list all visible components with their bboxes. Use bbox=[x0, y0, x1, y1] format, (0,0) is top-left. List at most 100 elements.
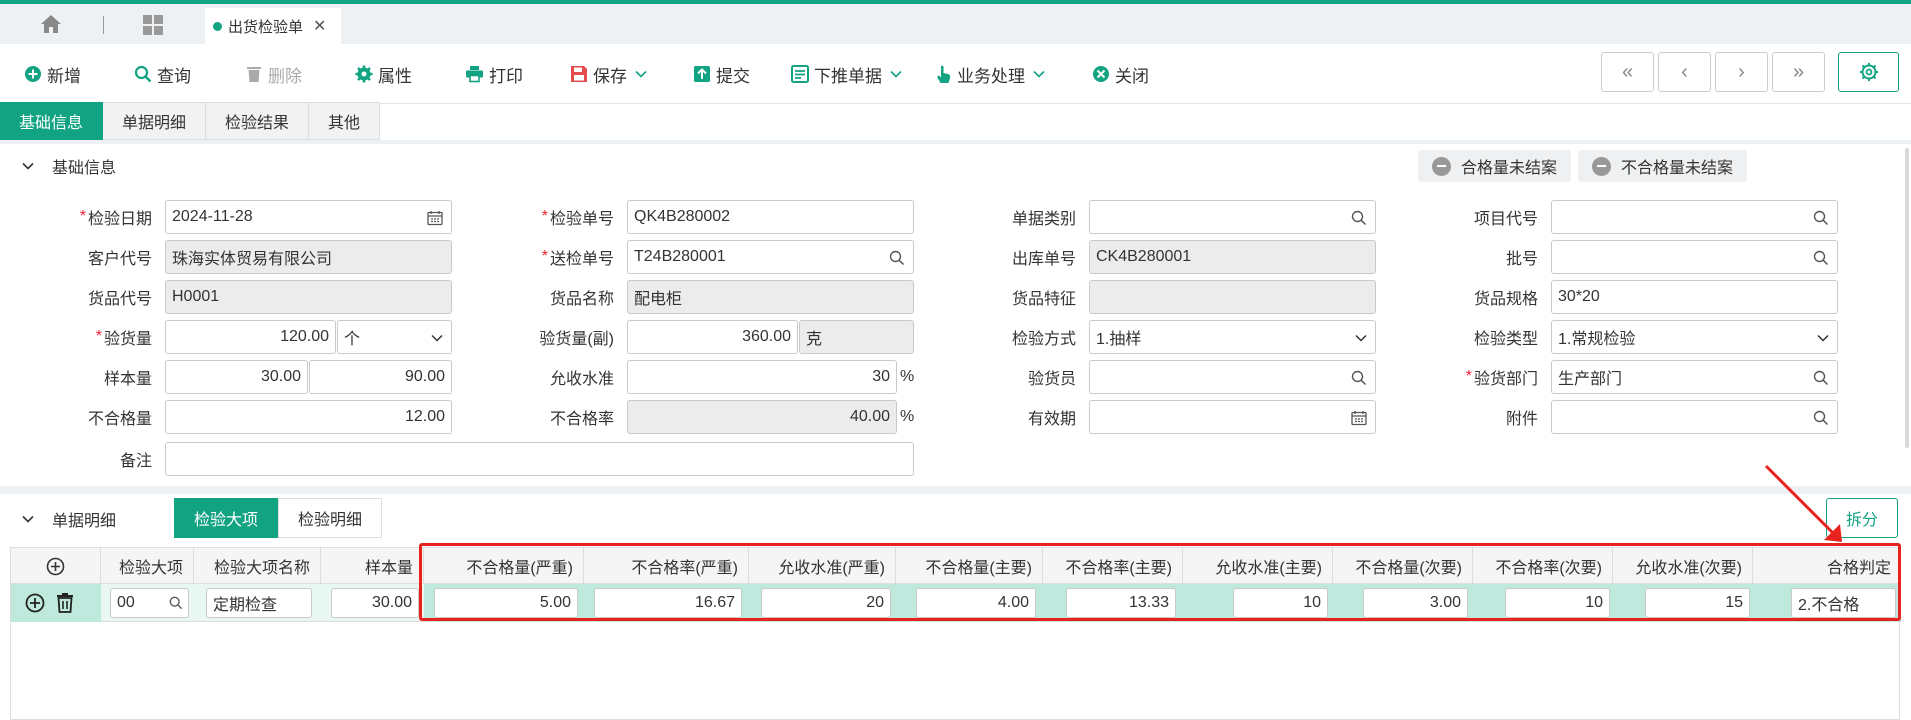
basic-section-header[interactable]: 基础信息 bbox=[22, 154, 116, 178]
last-record-button[interactable]: » bbox=[1772, 52, 1825, 92]
search-icon[interactable] bbox=[1351, 210, 1367, 226]
delete-button[interactable]: 删除 bbox=[245, 62, 302, 86]
delete-row-icon[interactable] bbox=[56, 592, 74, 613]
insp-qty2-field[interactable]: 360.00 bbox=[627, 320, 798, 354]
item-spec-field[interactable]: 30*20 bbox=[1551, 280, 1838, 314]
search-icon[interactable] bbox=[1813, 410, 1829, 426]
chevron-down-icon[interactable] bbox=[890, 70, 902, 78]
push-down-button[interactable]: 下推单据 bbox=[791, 62, 907, 86]
tab-other[interactable]: 其他 bbox=[309, 102, 381, 140]
col-fail-rate-major[interactable]: 不合格率(主要) bbox=[1043, 548, 1183, 584]
col-accept-minor[interactable]: 允收水准(次要) bbox=[1613, 548, 1753, 584]
business-process-button[interactable]: 业务处理 bbox=[936, 62, 1050, 86]
save-button[interactable]: 保存 bbox=[570, 62, 652, 86]
send-no-field[interactable]: T24B280001 bbox=[627, 240, 914, 274]
cell-insp-major-name[interactable]: 定期检查 bbox=[206, 588, 312, 618]
table-row[interactable]: 00 定期检查 30.00 5.00 16.67 20 4.00 13.33 1… bbox=[11, 584, 1901, 622]
cell-accept-major[interactable]: 10 bbox=[1233, 588, 1328, 618]
accept-level-field[interactable]: 30 bbox=[627, 360, 897, 394]
col-fail-qty-major[interactable]: 不合格量(主要) bbox=[896, 548, 1043, 584]
search-icon[interactable] bbox=[1813, 210, 1829, 226]
insp-type-select[interactable]: 1.常规检验 bbox=[1551, 320, 1838, 354]
close-button[interactable]: 关闭 bbox=[1092, 62, 1149, 86]
cell-fail-rate-critical[interactable]: 16.67 bbox=[594, 588, 742, 618]
close-tab-icon[interactable]: ✕ bbox=[313, 16, 326, 36]
search-icon[interactable] bbox=[1813, 370, 1829, 386]
plus-circle-icon[interactable] bbox=[46, 557, 65, 576]
col-fail-rate-minor[interactable]: 不合格率(次要) bbox=[1473, 548, 1613, 584]
calendar-icon[interactable] bbox=[1351, 410, 1367, 426]
col-accept-major[interactable]: 允收水准(主要) bbox=[1183, 548, 1333, 584]
col-fail-rate-critical[interactable]: 不合格率(严重) bbox=[584, 548, 749, 584]
tab-doc-detail[interactable]: 单据明细 bbox=[103, 102, 207, 140]
tab-basic-info[interactable]: 基础信息 bbox=[0, 102, 104, 140]
col-fail-qty-minor[interactable]: 不合格量(次要) bbox=[1333, 548, 1473, 584]
tab-insp-result[interactable]: 检验结果 bbox=[206, 102, 310, 140]
search-icon[interactable] bbox=[169, 596, 183, 610]
new-label: 新增 bbox=[47, 66, 81, 86]
tab-insp-major[interactable]: 检验大项 bbox=[174, 498, 279, 538]
insp-date-field[interactable]: 2024-11-28 bbox=[165, 200, 452, 234]
query-button[interactable]: 查询 bbox=[134, 62, 191, 86]
search-icon[interactable] bbox=[1351, 370, 1367, 386]
cell-fail-qty-major[interactable]: 4.00 bbox=[916, 588, 1036, 618]
col-insp-major-name[interactable]: 检验大项名称 bbox=[194, 548, 321, 584]
settings-button[interactable] bbox=[1838, 52, 1899, 92]
detail-section-header[interactable]: 单据明细 bbox=[22, 507, 116, 531]
fail-qty-unclosed-button[interactable]: 不合格量未结案 bbox=[1578, 150, 1748, 182]
chevron-down-icon[interactable] bbox=[635, 70, 647, 78]
sample-qty-field[interactable]: 30.00 bbox=[165, 360, 308, 394]
add-row-icon[interactable] bbox=[25, 593, 45, 613]
inspector-field[interactable] bbox=[1089, 360, 1376, 394]
sample-qty2-field[interactable]: 90.00 bbox=[309, 360, 452, 394]
insp-qty-field[interactable]: 120.00 bbox=[165, 320, 336, 354]
calendar-icon[interactable] bbox=[427, 210, 443, 226]
project-code-field[interactable] bbox=[1551, 200, 1838, 234]
detail-grid: 检验大项 检验大项名称 样本量 不合格量(严重) 不合格率(严重) 允收水准(严… bbox=[10, 547, 1901, 720]
attachment-field[interactable] bbox=[1551, 400, 1838, 434]
remark-field[interactable] bbox=[165, 442, 914, 476]
prev-record-button[interactable]: ‹ bbox=[1658, 52, 1711, 92]
col-sample-qty[interactable]: 样本量 bbox=[321, 548, 424, 584]
tab-outbound-inspection[interactable]: 出货检验单 ✕ bbox=[205, 8, 341, 44]
search-icon[interactable] bbox=[889, 250, 905, 266]
col-fail-qty-critical[interactable]: 不合格量(严重) bbox=[424, 548, 584, 584]
col-insp-major[interactable]: 检验大项 bbox=[101, 548, 194, 584]
grid-header-row: 检验大项 检验大项名称 样本量 不合格量(严重) 不合格率(严重) 允收水准(严… bbox=[11, 548, 1901, 584]
properties-button[interactable]: 属性 bbox=[355, 62, 412, 86]
cell-fail-qty-minor[interactable]: 3.00 bbox=[1363, 588, 1468, 618]
fail-qty-field[interactable]: 12.00 bbox=[165, 400, 452, 434]
valid-period-field[interactable] bbox=[1089, 400, 1376, 434]
cell-insp-major[interactable]: 00 bbox=[110, 588, 189, 618]
insp-dept-field[interactable]: 生产部门 bbox=[1551, 360, 1838, 394]
cell-accept-minor[interactable]: 15 bbox=[1645, 588, 1750, 618]
cell-pass-judgment[interactable]: 2.不合格 bbox=[1791, 588, 1896, 618]
insp-qty-unit-select[interactable]: 个 bbox=[337, 320, 452, 354]
col-accept-critical[interactable]: 允收水准(严重) bbox=[749, 548, 896, 584]
cell-sample-qty[interactable]: 30.00 bbox=[331, 588, 419, 618]
pass-qty-unclosed-button[interactable]: 合格量未结案 bbox=[1418, 150, 1572, 182]
new-button[interactable]: 新增 bbox=[24, 62, 81, 86]
home-icon[interactable] bbox=[40, 14, 62, 34]
page-scrollbar[interactable] bbox=[1905, 148, 1909, 448]
col-pass-judgment[interactable]: 合格判定 bbox=[1753, 548, 1901, 584]
section-gap bbox=[0, 140, 1911, 144]
tab-insp-detail[interactable]: 检验明细 bbox=[278, 498, 383, 538]
insp-method-select[interactable]: 1.抽样 bbox=[1089, 320, 1376, 354]
insp-no-field[interactable]: QK4B280002 bbox=[627, 200, 914, 234]
gear-icon bbox=[355, 65, 373, 83]
cell-fail-rate-major[interactable]: 13.33 bbox=[1066, 588, 1176, 618]
search-icon[interactable] bbox=[1813, 250, 1829, 266]
batch-no-field[interactable] bbox=[1551, 240, 1838, 274]
next-record-button[interactable]: › bbox=[1715, 52, 1768, 92]
print-button[interactable]: 打印 bbox=[465, 62, 523, 86]
first-record-button[interactable]: « bbox=[1601, 52, 1654, 92]
doc-type-field[interactable] bbox=[1089, 200, 1376, 234]
submit-button[interactable]: 提交 bbox=[693, 62, 750, 86]
cell-fail-qty-critical[interactable]: 5.00 bbox=[434, 588, 578, 618]
split-button[interactable]: 拆分 bbox=[1826, 498, 1898, 538]
cell-accept-critical[interactable]: 20 bbox=[761, 588, 891, 618]
grid-menu-icon[interactable] bbox=[142, 14, 164, 36]
chevron-down-icon[interactable] bbox=[1033, 70, 1045, 78]
cell-fail-rate-minor[interactable]: 10 bbox=[1505, 588, 1610, 618]
